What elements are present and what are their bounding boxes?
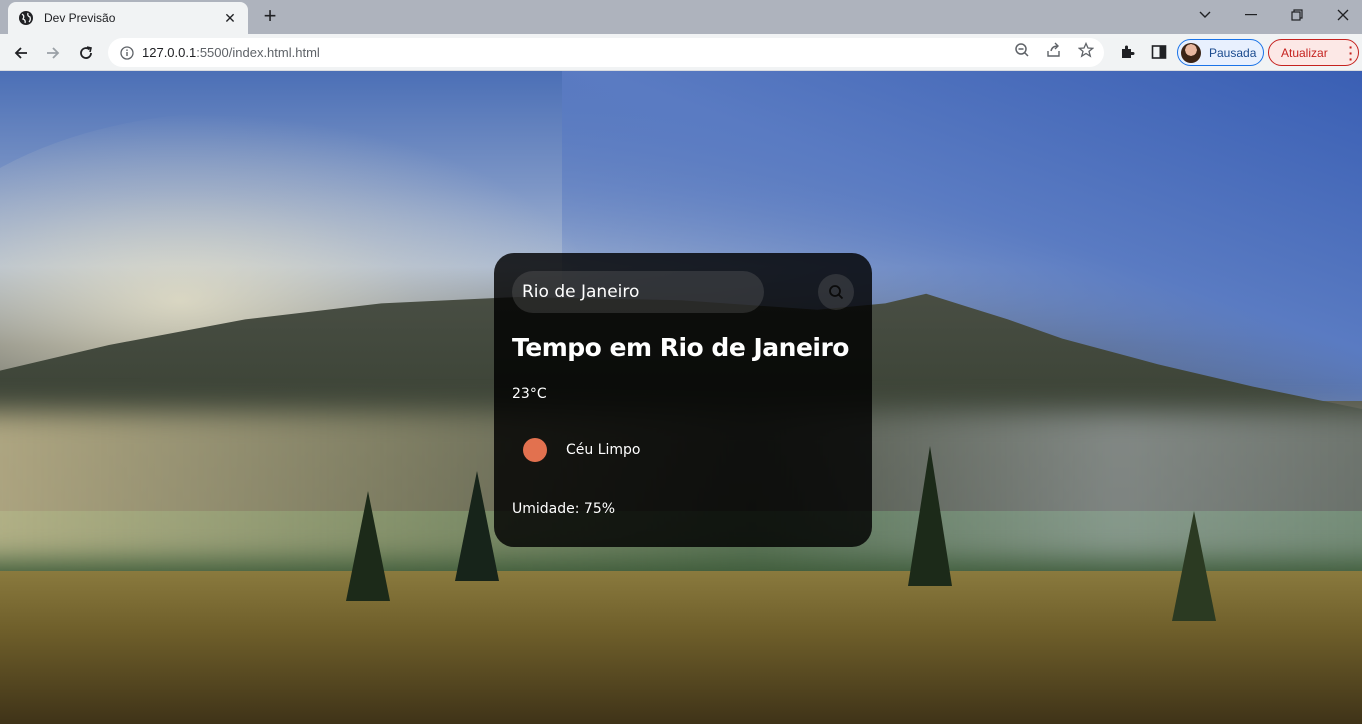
- city-search-input[interactable]: [512, 271, 764, 313]
- forward-icon[interactable]: [40, 40, 66, 66]
- city-heading: Tempo em Rio de Janeiro: [512, 333, 849, 362]
- tab-title: Dev Previsão: [44, 11, 116, 25]
- url-text: 127.0.0.1:5500/index.html.html: [142, 45, 320, 60]
- bookmark-star-icon[interactable]: [1077, 41, 1095, 59]
- search-button[interactable]: [818, 274, 854, 310]
- back-icon[interactable]: [8, 40, 34, 66]
- browser-tab[interactable]: Dev Previsão ✕: [8, 2, 248, 34]
- search-icon: [828, 284, 844, 300]
- globe-icon: [18, 10, 34, 26]
- tab-search-icon[interactable]: [1182, 0, 1228, 30]
- restore-icon[interactable]: [1274, 0, 1320, 30]
- update-label: Atualizar: [1281, 45, 1328, 60]
- more-menu-icon[interactable]: · · ·: [1344, 40, 1358, 66]
- new-tab-button[interactable]: +: [258, 5, 282, 29]
- background-tree: [908, 446, 952, 586]
- share-icon[interactable]: [1045, 41, 1063, 59]
- profile-button[interactable]: Pausada: [1177, 39, 1264, 66]
- minimize-icon[interactable]: [1228, 0, 1274, 30]
- temperature-value: 23°C: [512, 386, 547, 402]
- weather-icon: [523, 438, 547, 462]
- background-tree: [1172, 511, 1216, 621]
- window-close-icon[interactable]: [1320, 0, 1362, 30]
- background-tree: [455, 471, 499, 581]
- extensions-icon[interactable]: [1117, 42, 1137, 62]
- background-tree: [346, 491, 390, 601]
- humidity-value: Umidade: 75%: [512, 501, 616, 517]
- side-panel-icon[interactable]: [1149, 42, 1169, 62]
- background-shrubs: [0, 571, 1362, 724]
- url-host: 127.0.0.1: [142, 45, 197, 60]
- url-path: :5500/index.html.html: [196, 45, 320, 60]
- browser-toolbar: 127.0.0.1:5500/index.html.html Pausada A…: [0, 34, 1362, 71]
- site-info-icon[interactable]: [120, 45, 134, 60]
- weather-description: Céu Limpo: [566, 442, 641, 458]
- search-row: [512, 271, 854, 313]
- tab-close-icon[interactable]: ✕: [222, 10, 238, 27]
- tab-strip: Dev Previsão ✕ +: [0, 0, 1362, 34]
- profile-label: Pausada: [1209, 45, 1257, 60]
- weather-description-row: Céu Limpo: [512, 438, 854, 462]
- address-bar[interactable]: 127.0.0.1:5500/index.html.html: [108, 38, 1104, 67]
- update-button[interactable]: Atualizar · · ·: [1268, 39, 1359, 66]
- avatar: [1181, 42, 1201, 63]
- reload-icon[interactable]: [73, 40, 99, 66]
- weather-card: Tempo em Rio de Janeiro 23°C Céu Limpo U…: [494, 253, 872, 547]
- zoom-icon[interactable]: [1013, 41, 1031, 59]
